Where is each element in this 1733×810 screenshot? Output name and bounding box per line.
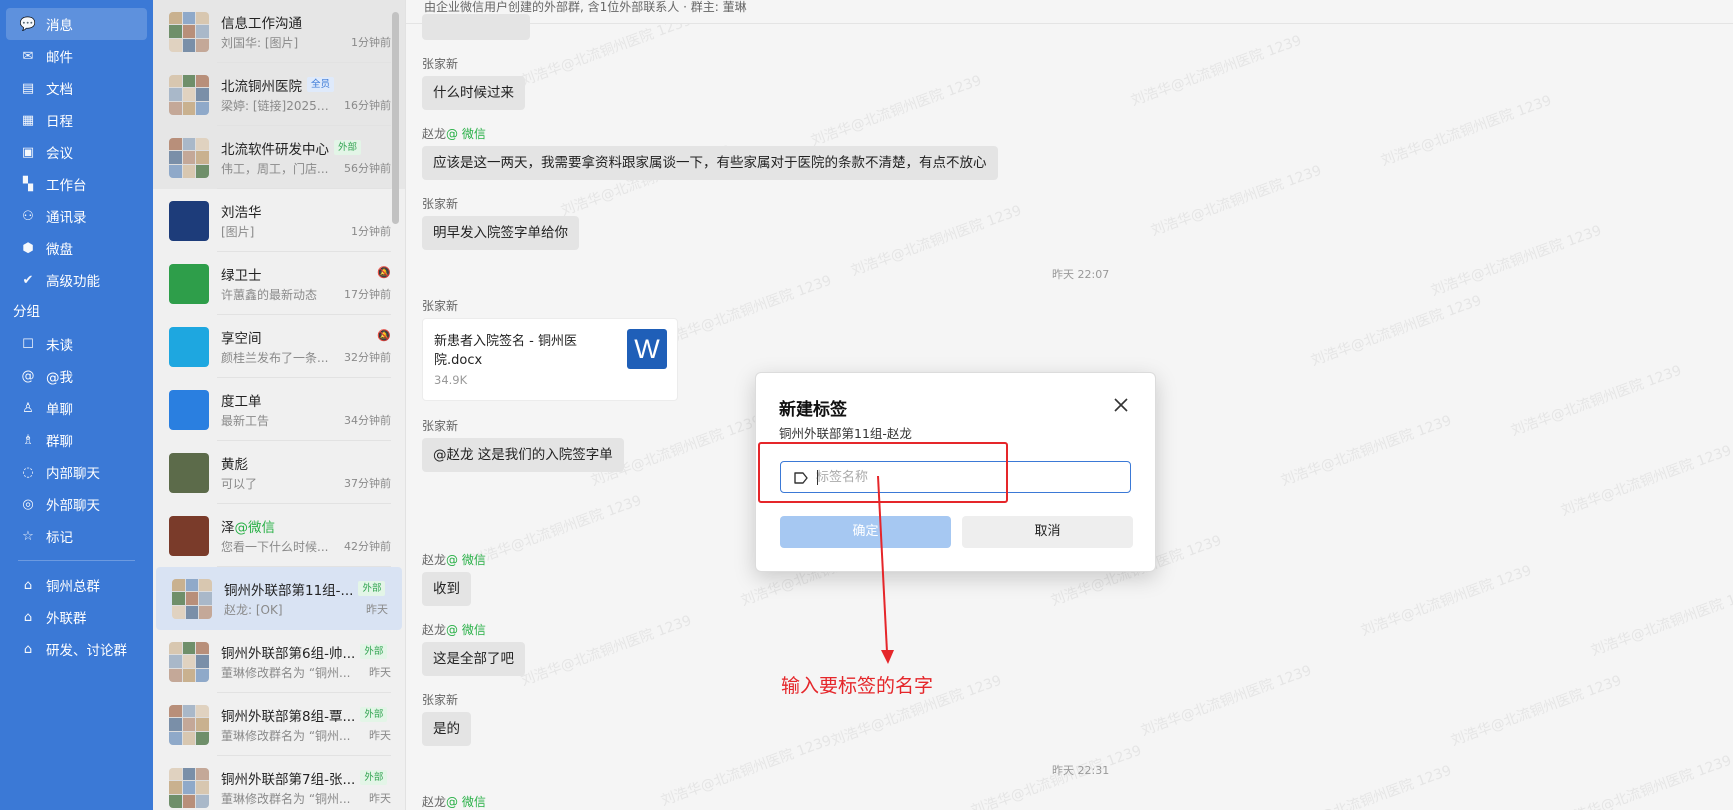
annotation-text: 输入要标签的名字: [781, 675, 934, 697]
